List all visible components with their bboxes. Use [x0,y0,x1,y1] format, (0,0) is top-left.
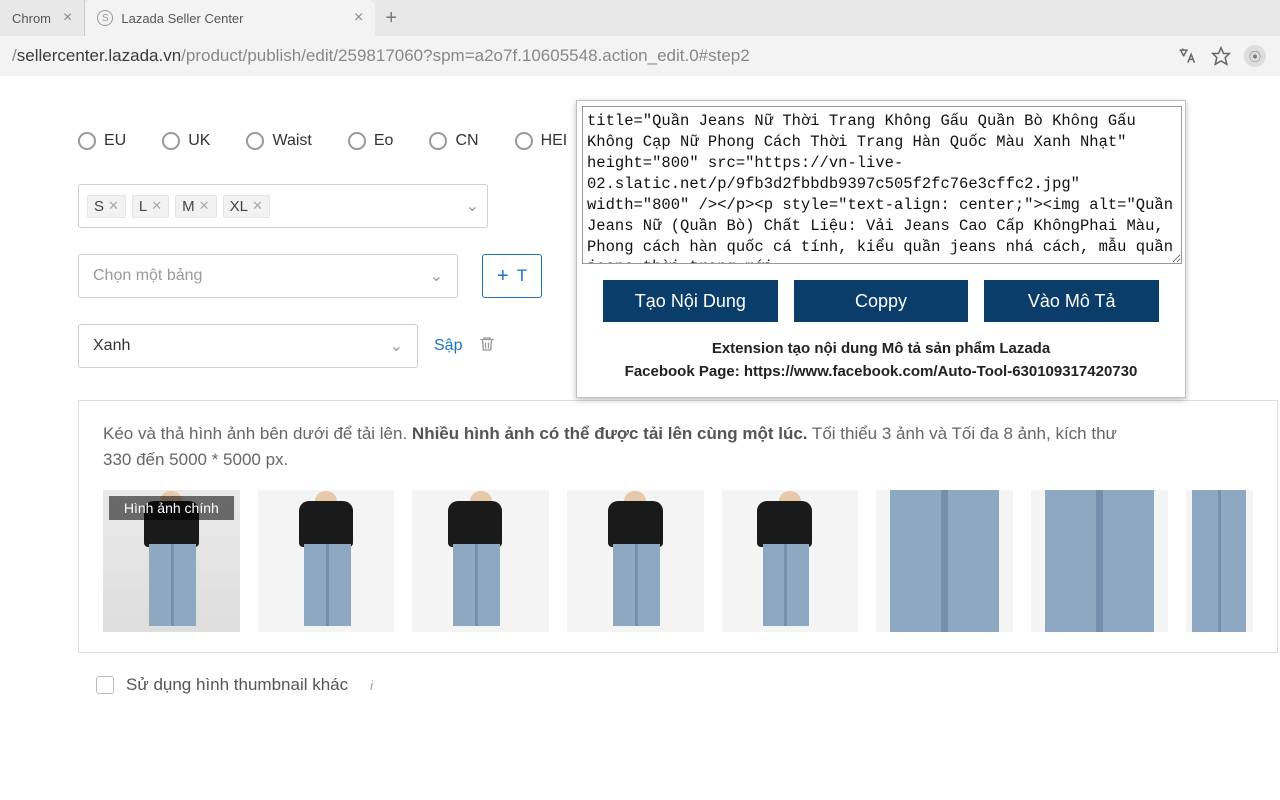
radio-icon [515,132,533,150]
tab-title: Chrom [12,11,51,26]
extension-button-row: Tạo Nội Dung Coppy Vào Mô Tả [577,274,1185,328]
instr-part: Tối thiểu 3 ảnh và Tối đa 8 ảnh, kích th… [808,424,1117,443]
radio-icon [429,132,447,150]
chip-remove-icon[interactable]: ✕ [108,198,119,214]
browser-tab-strip: Chrom × S Lazada Seller Center × + [0,0,1280,36]
chip-label: XL [230,198,248,215]
radio-label: HEI [541,132,568,150]
address-bar-actions: ⦿ [1176,45,1274,67]
chevron-down-icon: ⌄ [430,266,443,286]
alt-thumbnail-checkbox[interactable] [96,676,114,694]
chip-remove-icon[interactable]: ✕ [199,198,210,214]
browser-tab-active[interactable]: S Lazada Seller Center × [85,0,375,36]
table-select[interactable]: Chọn một bảng ⌄ [78,254,458,298]
url-input[interactable]: /sellercenter.lazada.vn/product/publish/… [6,46,1176,66]
url-path: /product/publish/edit/259817060?spm=a2o7… [181,46,750,66]
size-chip[interactable]: M✕ [175,195,216,218]
instr-bold: Nhiều hình ảnh có thể được tải lên cùng … [412,424,808,443]
radio-icon [78,132,96,150]
product-thumbnail[interactable] [876,490,1013,632]
star-icon[interactable] [1210,45,1232,67]
tab-title: Lazada Seller Center [121,11,243,26]
close-icon[interactable]: × [342,9,363,27]
create-content-button[interactable]: Tạo Nội Dung [603,280,778,322]
info-icon[interactable]: i [360,678,373,693]
extension-textarea[interactable] [582,106,1182,264]
main-image-badge: Hình ảnh chính [109,496,234,520]
size-chip[interactable]: S✕ [87,195,126,218]
product-thumbnail[interactable] [1186,490,1253,632]
radio-label: UK [188,132,210,150]
trash-icon[interactable] [478,335,496,358]
extension-footer: Extension tạo nội dung Mô tả sản phẩm La… [577,328,1185,397]
radio-option-waist[interactable]: Waist [246,132,311,150]
address-bar: /sellercenter.lazada.vn/product/publish/… [0,36,1280,76]
radio-label: CN [455,132,478,150]
radio-option-uk[interactable]: UK [162,132,210,150]
insert-description-button[interactable]: Vào Mô Tả [984,280,1159,322]
new-tab-button[interactable]: + [375,7,407,30]
color-select[interactable]: Xanh ⌄ [78,324,418,368]
chip-label: S [94,198,104,215]
size-multiselect[interactable]: S✕ L✕ M✕ XL✕ ⌄ [78,184,488,228]
copy-button[interactable]: Coppy [794,280,969,322]
plus-icon: + [497,266,509,286]
radio-option-eu[interactable]: EU [78,132,126,150]
chip-label: M [182,198,195,215]
radio-label: Waist [272,132,311,150]
product-thumbnail[interactable] [722,490,859,632]
size-chip[interactable]: XL✕ [223,195,270,218]
alt-thumbnail-label: Sử dụng hình thumbnail khác [126,675,348,695]
radio-icon [246,132,264,150]
instr-part: Kéo và thả hình ảnh bên dưới để tải lên. [103,424,412,443]
tab-favicon-icon: S [97,10,113,26]
product-thumbnail[interactable] [258,490,395,632]
button-label: T [517,266,527,286]
add-table-button[interactable]: + T [482,254,542,298]
product-thumbnail[interactable] [1031,490,1168,632]
chip-remove-icon[interactable]: ✕ [151,198,162,214]
color-value: Xanh [93,337,130,355]
browser-tab-inactive[interactable]: Chrom × [0,0,85,36]
radio-label: EU [104,132,126,150]
chevron-down-icon: ⌄ [466,196,479,216]
radio-icon [348,132,366,150]
product-thumbnail[interactable] [412,490,549,632]
select-placeholder: Chọn một bảng [93,267,202,285]
ext-footer-line2: Facebook Page: https://www.facebook.com/… [625,363,1138,380]
chip-label: L [139,198,147,215]
radio-label: Eo [374,132,394,150]
translate-icon[interactable] [1176,45,1198,67]
radio-option-eo[interactable]: Eo [348,132,394,150]
product-thumbnail-main[interactable]: Hình ảnh chính [103,490,240,632]
size-chip[interactable]: L✕ [132,195,169,218]
extension-icon[interactable]: ⦿ [1244,45,1266,67]
chip-remove-icon[interactable]: ✕ [252,198,263,214]
radio-option-hei[interactable]: HEI [515,132,568,150]
product-thumbnail[interactable] [567,490,704,632]
chevron-down-icon: ⌄ [390,336,403,356]
radio-icon [162,132,180,150]
alt-thumbnail-row: Sử dụng hình thumbnail khác i [94,675,1280,695]
upload-instructions: Kéo và thả hình ảnh bên dưới để tải lên.… [103,421,1253,472]
image-upload-panel: Kéo và thả hình ảnh bên dưới để tải lên.… [78,400,1278,653]
url-host: sellercenter.lazada.vn [17,46,181,66]
extension-popup: Tạo Nội Dung Coppy Vào Mô Tả Extension t… [576,100,1186,398]
radio-option-cn[interactable]: CN [429,132,478,150]
thumbnail-row: Hình ảnh chính [103,490,1253,632]
close-icon[interactable]: × [51,9,72,27]
instr-part: 330 đến 5000 * 5000 px. [103,450,288,469]
ext-footer-line1: Extension tạo nội dung Mô tả sản phẩm La… [712,340,1050,357]
collapse-link[interactable]: Sập [434,337,462,355]
